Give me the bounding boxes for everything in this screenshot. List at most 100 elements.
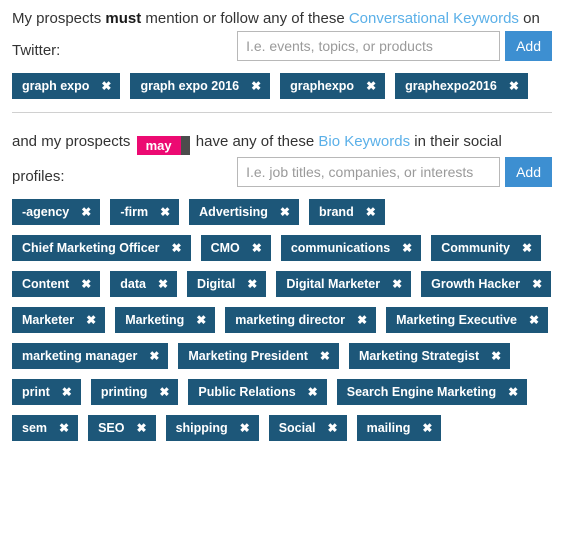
tag-chip: sem ✖ — [12, 415, 79, 441]
tag-remove-icon[interactable]: ✖ — [402, 242, 412, 254]
tag-label: printing — [100, 385, 148, 399]
tag-label: Chief Marketing Officer — [22, 241, 160, 255]
tag-chip: -agency ✖ — [12, 199, 101, 225]
tag-label: marketing director — [235, 313, 346, 327]
conversational-prompt-mid: mention or follow any of these — [141, 10, 349, 27]
bio-may-must-toggle[interactable]: may — [136, 136, 190, 155]
conversational-prompt-suffix: on — [518, 10, 540, 27]
tag-chip: Growth Hacker ✖ — [421, 271, 552, 297]
tag-label: SEO — [98, 421, 125, 435]
bio-toggle-track — [180, 136, 190, 155]
bio-prompt-mid: have any of these — [191, 133, 319, 150]
tag-remove-icon[interactable]: ✖ — [529, 314, 539, 326]
tag-label: Digital — [197, 277, 236, 291]
tag-remove-icon[interactable]: ✖ — [158, 278, 168, 290]
tag-label: Marketing Strategist — [358, 349, 480, 363]
tag-chip: Social ✖ — [268, 415, 347, 441]
tag-label: Advertising — [199, 205, 268, 219]
tag-label: CMO — [210, 241, 240, 255]
tag-chip: printing ✖ — [90, 379, 179, 405]
tag-remove-icon[interactable]: ✖ — [320, 350, 330, 362]
tag-chip: marketing director ✖ — [225, 307, 377, 333]
tag-remove-icon[interactable]: ✖ — [160, 206, 170, 218]
tag-label: Marketer — [22, 313, 75, 327]
tag-remove-icon[interactable]: ✖ — [357, 314, 367, 326]
bio-keywords-link[interactable]: Bio Keywords — [318, 133, 410, 150]
tag-label: Digital Marketer — [286, 277, 381, 291]
bio-input-row: profiles: Add — [12, 157, 552, 187]
tag-label: Content — [22, 277, 70, 291]
tag-label: print — [22, 385, 50, 399]
tag-remove-icon[interactable]: ✖ — [532, 278, 542, 290]
bio-prompt-prefix: and my prospects — [12, 133, 135, 150]
conversational-modality-word: must — [105, 10, 142, 27]
tag-chip: graphexpo2016 ✖ — [395, 73, 528, 99]
tag-label: mailing — [366, 421, 411, 435]
tag-remove-icon[interactable]: ✖ — [86, 314, 96, 326]
tag-label: Search Engine Marketing — [346, 385, 497, 399]
tag-remove-icon[interactable]: ✖ — [137, 422, 147, 434]
tag-chip: Marketing Strategist ✖ — [348, 343, 511, 369]
tag-remove-icon[interactable]: ✖ — [422, 422, 432, 434]
tag-remove-icon[interactable]: ✖ — [62, 386, 72, 398]
tag-remove-icon[interactable]: ✖ — [308, 386, 318, 398]
tag-chip: Community ✖ — [431, 235, 542, 261]
conversational-prompt-prefix: My prospects — [12, 10, 106, 27]
conversational-keywords-link[interactable]: Conversational Keywords — [349, 10, 519, 27]
tag-label: sem — [22, 421, 48, 435]
tag-chip: print ✖ — [12, 379, 81, 405]
tag-label: Public Relations — [198, 385, 296, 399]
tag-label: Marketing — [125, 313, 185, 327]
bio-keyword-input[interactable] — [237, 157, 501, 187]
tag-remove-icon[interactable]: ✖ — [366, 206, 376, 218]
tag-remove-icon[interactable]: ✖ — [252, 242, 262, 254]
tag-remove-icon[interactable]: ✖ — [251, 80, 261, 92]
conversational-field-label: Twitter: — [12, 42, 61, 59]
tag-remove-icon[interactable]: ✖ — [81, 278, 91, 290]
tag-remove-icon[interactable]: ✖ — [172, 242, 182, 254]
tag-label: Growth Hacker — [431, 277, 521, 291]
tag-chip: Marketing President ✖ — [178, 343, 339, 369]
tag-remove-icon[interactable]: ✖ — [366, 80, 376, 92]
bio-tag-list: -agency ✖ -firm ✖ Advertising ✖ brand ✖ Chief Ma… — [12, 199, 552, 441]
tag-label: Marketing President — [188, 349, 308, 363]
tag-label: Marketing Executive — [396, 313, 518, 327]
conversational-add-button[interactable]: Add — [505, 31, 552, 61]
conversational-keyword-input[interactable] — [237, 31, 501, 61]
conversational-keywords-section: My prospects must mention or follow any … — [0, 0, 564, 113]
tag-chip: CMO ✖ — [200, 235, 271, 261]
tag-chip: marketing manager ✖ — [12, 343, 169, 369]
tag-remove-icon[interactable]: ✖ — [240, 422, 250, 434]
tag-chip: -firm ✖ — [110, 199, 180, 225]
tag-label: shipping — [175, 421, 228, 435]
tag-chip: data ✖ — [110, 271, 178, 297]
tag-remove-icon[interactable]: ✖ — [149, 350, 159, 362]
tag-chip: Marketing Executive ✖ — [386, 307, 549, 333]
tag-remove-icon[interactable]: ✖ — [509, 80, 519, 92]
tag-remove-icon[interactable]: ✖ — [101, 80, 111, 92]
tag-remove-icon[interactable]: ✖ — [59, 422, 69, 434]
tag-chip: Chief Marketing Officer ✖ — [12, 235, 191, 261]
tag-label: Social — [278, 421, 316, 435]
tag-chip: brand ✖ — [308, 199, 385, 225]
tag-remove-icon[interactable]: ✖ — [247, 278, 257, 290]
tag-label: Community — [441, 241, 510, 255]
tag-remove-icon[interactable]: ✖ — [81, 206, 91, 218]
tag-remove-icon[interactable]: ✖ — [328, 422, 338, 434]
tag-chip: Digital Marketer ✖ — [276, 271, 412, 297]
tag-remove-icon[interactable]: ✖ — [196, 314, 206, 326]
tag-remove-icon[interactable]: ✖ — [491, 350, 501, 362]
bio-add-button[interactable]: Add — [505, 157, 552, 187]
tag-remove-icon[interactable]: ✖ — [159, 386, 169, 398]
tag-remove-icon[interactable]: ✖ — [522, 242, 532, 254]
tag-chip: graph expo ✖ — [12, 73, 121, 99]
tag-remove-icon[interactable]: ✖ — [508, 386, 518, 398]
tag-chip: Advertising ✖ — [189, 199, 299, 225]
tag-chip: mailing ✖ — [356, 415, 442, 441]
tag-remove-icon[interactable]: ✖ — [392, 278, 402, 290]
tag-label: brand — [318, 205, 354, 219]
bio-keywords-section: and my prospects may have any of these B… — [0, 113, 564, 441]
tag-remove-icon[interactable]: ✖ — [280, 206, 290, 218]
tag-label: -firm — [120, 205, 149, 219]
conversational-tag-list: graph expo ✖ graph expo 2016 ✖ graphexpo ✖ gra… — [12, 73, 552, 99]
